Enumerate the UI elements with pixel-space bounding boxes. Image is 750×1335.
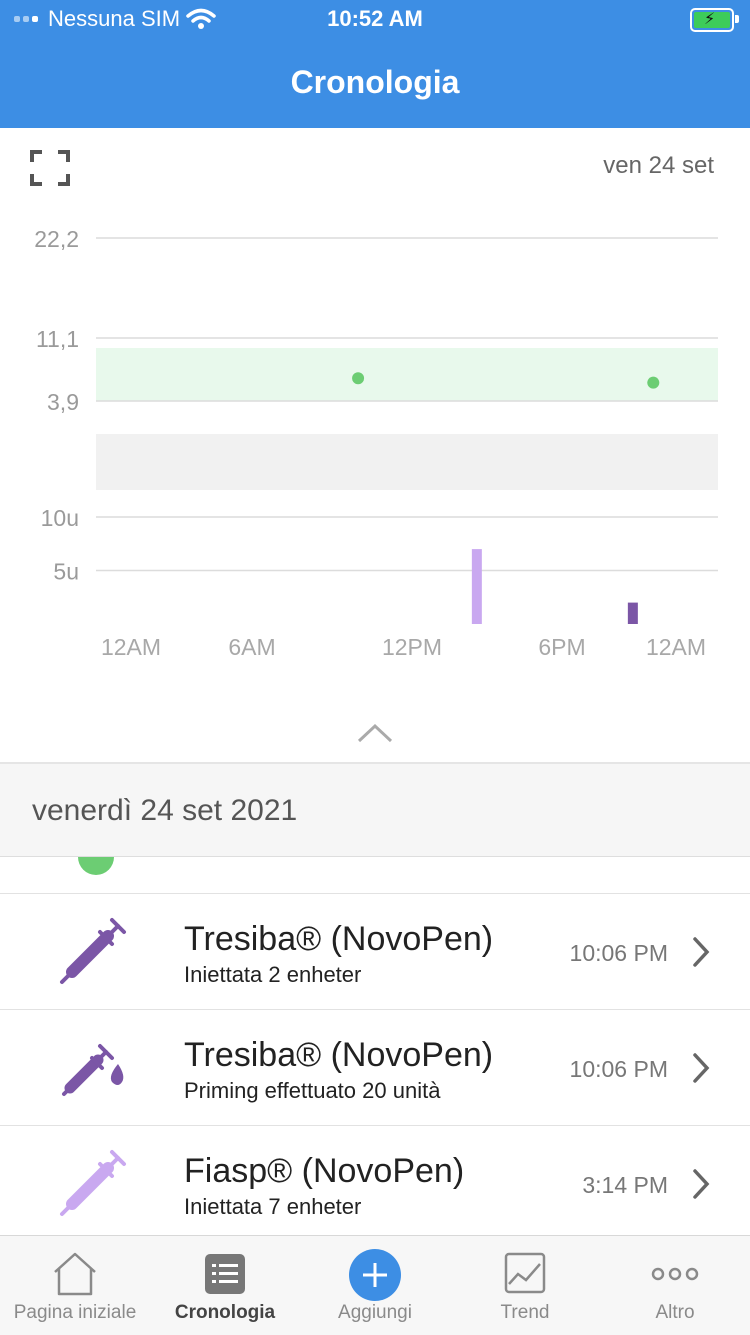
glucose-tick-label: 11,1 [36, 326, 79, 352]
chevron-up-icon[interactable] [357, 723, 393, 743]
tab-label: Cronologia [174, 1302, 276, 1323]
insulin-bar [627, 602, 638, 624]
chevron-right-icon [693, 937, 710, 967]
tab-bar: Pagina iniziale Cronologia Aggiungi Tren… [0, 1235, 750, 1335]
entry-title: Tresiba® (NovoPen) [184, 1036, 494, 1074]
entry-subtitle: Priming effettuato 20 unità [184, 1078, 441, 1103]
target-range-band [96, 348, 718, 401]
tab-home[interactable]: Pagina iniziale [0, 1236, 150, 1335]
tab-history[interactable]: Cronologia [150, 1236, 300, 1335]
battery-icon: ⚡ [690, 8, 739, 32]
chevron-right-icon [693, 1169, 710, 1199]
entry-time: 10:06 PM [569, 940, 668, 966]
chart-separator-band [96, 434, 718, 490]
list-item[interactable]: Tresiba® (NovoPen) Priming effettuato 20… [0, 1010, 750, 1126]
section-header: venerdì 24 set 2021 [0, 764, 750, 857]
glucose-point [647, 376, 660, 389]
tab-label: Pagina iniziale [13, 1302, 137, 1323]
list-icon [205, 1254, 245, 1294]
list-item[interactable]: Fiasp® (NovoPen) Iniettata 7 enheter 3:1… [0, 1126, 750, 1235]
trend-icon [504, 1252, 546, 1294]
entries-list[interactable]: Tresiba® (NovoPen) Iniettata 2 enheter 1… [0, 857, 750, 1235]
insulin-bar [471, 549, 482, 624]
list-item[interactable] [0, 857, 750, 894]
x-tick-label: 12AM [646, 634, 706, 660]
tab-label: Trend [500, 1302, 550, 1323]
entry-time: 3:14 PM [582, 1172, 668, 1198]
x-tick-label: 6PM [538, 634, 585, 660]
glucose-tick-label: 22,2 [34, 226, 79, 252]
list-item[interactable]: Tresiba® (NovoPen) Iniettata 2 enheter 1… [0, 894, 750, 1010]
syringe-icon [60, 918, 126, 984]
section-date-title: venerdì 24 set 2021 [32, 794, 298, 827]
chart-date-label: ven 24 set [603, 152, 714, 179]
glucose-point [352, 372, 365, 385]
entry-subtitle: Iniettata 7 enheter [184, 1194, 362, 1219]
tab-label: Aggiungi [338, 1302, 412, 1323]
insulin-tick-label: 5u [53, 559, 79, 585]
insulin-tick-label: 10u [41, 505, 79, 531]
tab-add[interactable]: Aggiungi [300, 1236, 450, 1335]
x-tick-label: 6AM [228, 634, 275, 660]
entry-time: 10:06 PM [569, 1056, 668, 1082]
status-time: 10:52 AM [327, 6, 423, 31]
x-tick-label: 12AM [101, 634, 161, 660]
x-tick-label: 12PM [382, 634, 442, 660]
entry-title: Tresiba® (NovoPen) [184, 920, 494, 958]
syringe-icon [60, 1150, 126, 1216]
more-icon [651, 1267, 699, 1281]
history-chart-panel: 22,2 11,1 3,9 10u 5u 12AM 6AM 12PM 6PM 12AM ven 2… [0, 128, 750, 762]
entry-title: Fiasp® (NovoPen) [184, 1152, 465, 1190]
tab-trend[interactable]: Trend [450, 1236, 600, 1335]
top-bar: Nessuna SIM 10:52 AM ⚡ Cronologia [0, 0, 750, 128]
add-icon [349, 1249, 401, 1301]
chevron-right-icon [693, 1053, 710, 1083]
tab-more[interactable]: Altro [600, 1236, 750, 1335]
page-title: Cronologia [290, 64, 460, 100]
syringe-drop-icon [62, 1044, 124, 1096]
glucose-insulin-chart[interactable]: 22,2 11,1 3,9 10u 5u 12AM 6AM 12PM 6PM 12AM [0, 128, 750, 762]
glucose-dot-icon [78, 857, 114, 875]
home-icon [54, 1252, 96, 1296]
expand-icon[interactable] [30, 150, 70, 186]
glucose-tick-label: 3,9 [47, 389, 79, 415]
entry-subtitle: Iniettata 2 enheter [184, 962, 362, 987]
tab-label: Altro [655, 1302, 695, 1323]
